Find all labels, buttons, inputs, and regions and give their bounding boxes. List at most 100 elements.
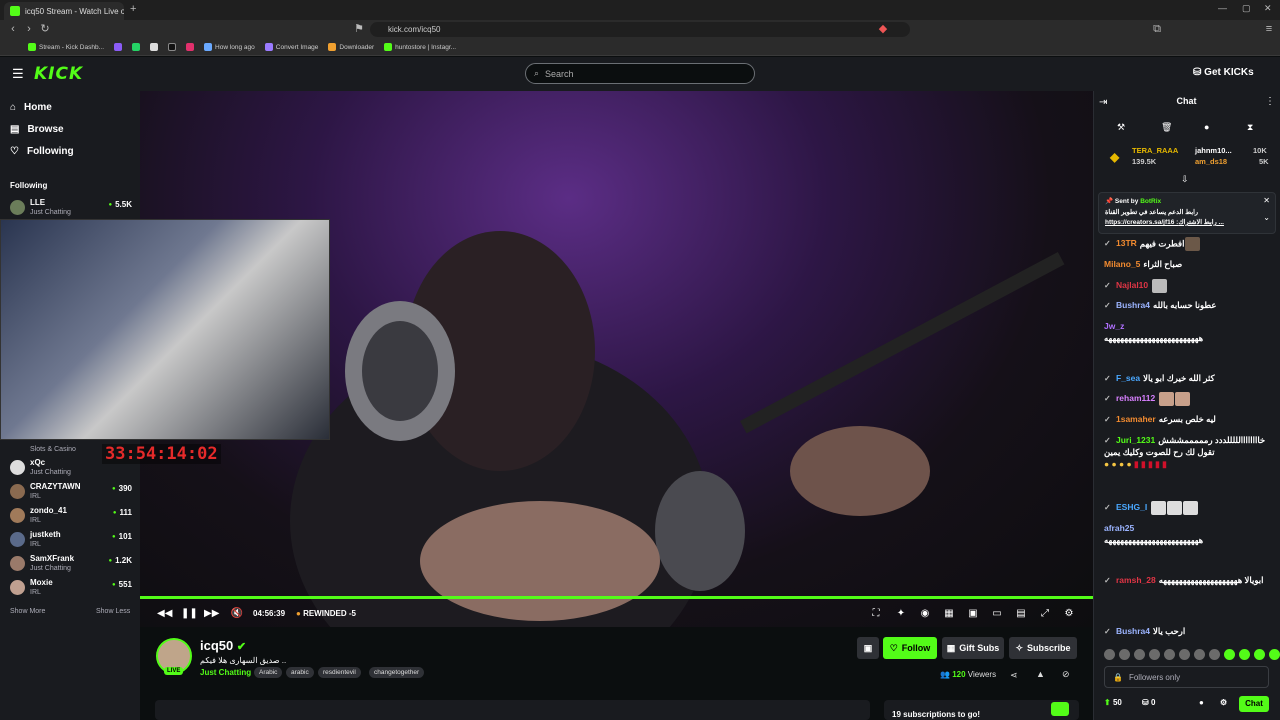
following-channel[interactable]: zondo_41 IRL 111 [10,506,132,528]
url-text: kick.com/icq50 [388,25,441,34]
kick-logo[interactable]: KICK [34,64,83,84]
chat-bubble-icon[interactable]: ● [1204,122,1209,132]
bookmark-instagram-icon[interactable] [186,43,195,51]
hammer-icon[interactable]: ⚒ [1117,122,1125,133]
following-channel[interactable]: Moxie IRL 551 [10,578,132,600]
minimize-icon[interactable]: — [1218,3,1227,13]
gift-subs-button[interactable]: ▦ Gift Subs [942,637,1004,659]
sidebar-item-home[interactable]: ⌂ Home [10,102,52,113]
avatar [10,532,25,547]
chat-settings-icon[interactable]: ⚙ [1220,698,1227,707]
following-header: Following [10,181,48,190]
rewind-icon[interactable]: ◀◀ [157,607,172,621]
tag[interactable]: resdientevil [318,667,361,678]
heart-icon: ♡ [10,146,19,157]
trash-icon[interactable]: 🗑 [1161,122,1172,133]
partial-channel-category: Slots & Casino [30,446,76,453]
about-panel [155,700,870,720]
video-progress-bar[interactable] [140,596,1093,599]
search-placeholder: Search [545,68,574,79]
chat-bubble-icon[interactable]: ● [1199,698,1204,707]
stream-category[interactable]: Just Chatting [200,668,251,677]
clip-icon[interactable]: ⛶ [869,607,883,621]
subscribe-button[interactable]: ✧ Subscribe [1009,637,1077,659]
hourglass-icon[interactable]: ⧗ [1247,122,1253,133]
following-channel[interactable]: LLE Just Chatting 5.5K [10,198,132,220]
chat-input[interactable]: 🔒 Followers only [1104,666,1269,688]
chat-options-icon[interactable]: ⋮ [1265,96,1275,107]
picture-in-picture-overlay [0,219,330,440]
chat-message: ✓ Bushra4 ارحب يالا [1104,626,1186,636]
report-icon[interactable]: ▲ [1036,669,1045,679]
bookmark-convert-image[interactable]: Convert Image [264,43,318,51]
captions-icon[interactable]: ▤ [1014,607,1028,621]
sparkle-icon[interactable]: ✦ [894,607,908,621]
quick-emote-bar[interactable] [1104,649,1280,660]
expand-pinned-icon[interactable]: ⌄ [1263,213,1270,222]
menu-icon[interactable]: ≡ [1262,22,1276,36]
hamburger-menu-icon[interactable]: ☰ [12,66,24,82]
viewer-count: 👥 120 Viewers [940,670,997,679]
following-channel[interactable]: CRAZYTAWN IRL 390 [10,482,132,504]
kicks-icon: ⛁ [1193,67,1205,78]
extensions-icon[interactable]: ⧉ [1150,22,1164,36]
url-field[interactable]: kick.com/icq50 [370,22,910,37]
bookmark-downloader[interactable]: Downloader [328,43,374,51]
following-channel[interactable]: justketh IRL 101 [10,530,132,552]
maximize-icon[interactable]: ▢ [1242,3,1251,14]
hide-icon[interactable]: ⊘ [1062,669,1070,680]
bookmark-icon[interactable]: ⚑ [352,22,366,36]
gifts-display[interactable]: ⛁ 0 [1142,698,1155,707]
tag[interactable]: arabic [286,667,314,678]
star-icon: ✧ [1015,642,1024,653]
chat-message: ✓ Najlal10 [1104,279,1269,293]
avatar [10,556,25,571]
brave-shield-icon[interactable]: ◆ [876,22,890,36]
bookmark-huntostore[interactable]: huntostore | Instagr... [384,43,456,51]
home-icon: ⌂ [10,102,17,113]
back-icon[interactable]: ‹ [6,22,20,36]
channel-name[interactable]: icq50 ✔ [200,638,246,653]
following-channel[interactable]: SamXFrank Just Chatting 1.2K [10,554,132,576]
window-close-icon[interactable]: ✕ [1264,3,1272,14]
fast-forward-icon[interactable]: ▶▶ [204,607,219,621]
unpin-icon[interactable]: ✕ [1263,196,1270,205]
follow-button[interactable]: ♡ Follow [883,637,937,659]
bookmark-how-long-ago[interactable]: How long ago [204,43,255,51]
bookmark-tiktok-icon[interactable] [168,43,177,51]
new-tab-icon[interactable]: + [130,3,136,15]
live-indicator-icon[interactable]: ◉ [918,607,932,621]
chat-message: ✓ Juri_1231 خاااااااالللللددد رمممممششش تق… [1104,435,1266,469]
kick-favicon-icon [10,6,20,16]
forward-icon[interactable]: › [22,22,36,36]
share-icon[interactable]: ⋖ [1010,670,1018,681]
tag[interactable]: changetogether [369,667,425,678]
show-less-link[interactable]: Show Less [96,608,130,615]
notification-button[interactable]: ▣ [857,637,879,659]
settings-icon[interactable]: ⚙ [1062,607,1076,621]
theater-icon[interactable]: ▭ [990,607,1004,621]
search-input[interactable]: ⌕ Search [525,63,755,84]
pip-icon[interactable]: ▣ [966,607,980,621]
bookmark-whatsapp-icon[interactable] [132,43,141,51]
tag[interactable]: Arabic [254,667,283,678]
pause-icon[interactable]: ❚❚ [181,607,198,621]
show-more-link[interactable]: Show More [10,608,45,615]
sidebar-item-browse[interactable]: ▤ Browse [10,124,64,135]
pin-icon: 📌 [1105,198,1115,205]
get-kicks-button[interactable]: ⛁ Get KICKs [1193,67,1254,78]
bookmark-twitch-icon[interactable] [114,43,123,51]
points-display[interactable]: ⬆ 50 [1104,698,1122,707]
browser-tab[interactable]: icq50 Stream - Watch Live on Ki ✕ [4,2,124,20]
bookmark-kick[interactable]: Stream - Kick Dashb... [28,43,104,51]
mute-icon[interactable]: 🔇 [230,607,244,621]
sub-goal-button[interactable] [1051,702,1069,716]
lock-icon: 🔒 [1113,672,1123,682]
send-chat-button[interactable]: Chat [1239,696,1269,712]
sidebar-item-following[interactable]: ♡ Following [10,146,74,157]
reload-icon[interactable]: ↻ [38,22,52,36]
fullscreen-icon[interactable]: ⤢ [1038,607,1052,621]
expand-leaderboard-icon[interactable]: ⇩ [1181,174,1189,185]
stats-icon[interactable]: ▦ [942,607,956,621]
bookmark-x-icon[interactable] [150,43,159,51]
